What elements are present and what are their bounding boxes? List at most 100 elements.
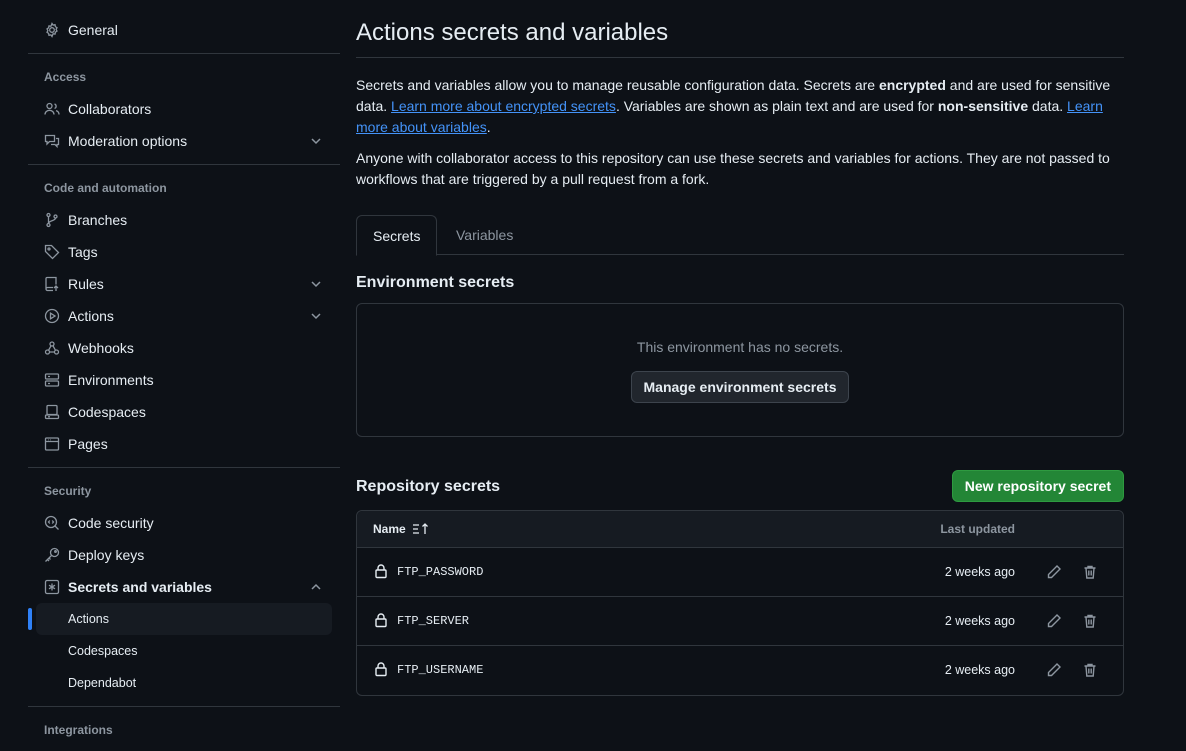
git-branch-icon bbox=[44, 212, 60, 228]
gear-icon bbox=[44, 22, 60, 38]
sidebar-item-label: Rules bbox=[68, 276, 104, 292]
secret-last-updated: 2 weeks ago bbox=[944, 663, 1015, 677]
name-column-header[interactable]: Name bbox=[373, 522, 430, 536]
browser-icon bbox=[44, 436, 60, 452]
secret-last-updated: 2 weeks ago bbox=[944, 614, 1015, 628]
sidebar-item-actions[interactable]: Actions bbox=[28, 300, 340, 332]
last-updated-column-header: Last updated bbox=[940, 522, 1015, 536]
sidebar-item-deploy-keys[interactable]: Deploy keys bbox=[28, 539, 340, 571]
lock-icon bbox=[373, 612, 389, 628]
key-icon bbox=[44, 547, 60, 563]
name-column-label: Name bbox=[373, 522, 406, 536]
sidebar-subitem-actions[interactable]: Actions bbox=[28, 603, 332, 635]
sidebar-subitem-label: Dependabot bbox=[68, 676, 137, 690]
secrets-variables-tabs: Secrets Variables bbox=[356, 215, 1124, 256]
sidebar-item-label: Secrets and variables bbox=[68, 579, 212, 595]
lock-icon bbox=[373, 661, 389, 677]
manage-environment-secrets-button[interactable]: Manage environment secrets bbox=[630, 371, 850, 403]
intro-text: . Variables are shown as plain text and … bbox=[615, 98, 938, 114]
chevron-down-icon[interactable] bbox=[308, 276, 324, 292]
intro-text: . bbox=[486, 119, 491, 135]
sidebar-subitem-codespaces[interactable]: Codespaces bbox=[36, 635, 332, 667]
sidebar-section-integrations: Integrations bbox=[44, 723, 113, 737]
sidebar-subitem-label: Actions bbox=[68, 612, 109, 626]
sidebar-subitem-label: Codespaces bbox=[68, 644, 138, 658]
table-row: FTP_USERNAME 2 weeks ago bbox=[357, 646, 1123, 695]
main-content: Actions secrets and variables Secrets an… bbox=[356, 0, 1124, 696]
sidebar-item-pages[interactable]: Pages bbox=[28, 428, 340, 460]
sidebar-section-access: Access bbox=[44, 70, 87, 84]
sidebar-item-label: General bbox=[68, 22, 118, 38]
sidebar-item-moderation-options[interactable]: Moderation options bbox=[28, 125, 340, 157]
sidebar-item-label: Branches bbox=[68, 212, 128, 228]
secret-name: FTP_PASSWORD bbox=[397, 565, 484, 579]
chevron-down-icon[interactable] bbox=[308, 133, 324, 149]
people-icon bbox=[44, 101, 60, 117]
page-title: Actions secrets and variables bbox=[356, 0, 1124, 58]
sidebar-item-label: Moderation options bbox=[68, 133, 188, 149]
sidebar-item-label: Webhooks bbox=[68, 340, 134, 356]
tag-icon bbox=[44, 244, 60, 260]
pencil-icon[interactable] bbox=[1044, 562, 1064, 582]
chevron-up-icon[interactable] bbox=[308, 579, 324, 595]
chevron-down-icon[interactable] bbox=[308, 308, 324, 324]
play-icon bbox=[44, 308, 60, 324]
sidebar-item-label: Pages bbox=[68, 436, 108, 452]
tab-variables[interactable]: Variables bbox=[440, 215, 529, 255]
sidebar-item-label: Environments bbox=[68, 372, 154, 388]
trash-icon[interactable] bbox=[1080, 660, 1100, 680]
environment-secrets-heading: Environment secrets bbox=[356, 274, 515, 291]
new-repository-secret-button[interactable]: New repository secret bbox=[951, 470, 1124, 502]
lock-icon bbox=[373, 563, 389, 579]
trash-icon[interactable] bbox=[1080, 562, 1100, 582]
sidebar-item-secrets-and-variables[interactable]: Secrets and variables bbox=[28, 571, 340, 603]
pencil-icon[interactable] bbox=[1044, 660, 1064, 680]
sidebar-divider bbox=[28, 467, 340, 468]
sidebar-item-label: Deploy keys bbox=[68, 547, 145, 563]
pencil-icon[interactable] bbox=[1044, 611, 1064, 631]
intro-text: data. bbox=[1028, 98, 1068, 114]
table-header: Name Last updated bbox=[357, 511, 1123, 548]
sidebar-item-tags[interactable]: Tags bbox=[28, 236, 340, 268]
sidebar-item-branches[interactable]: Branches bbox=[28, 204, 340, 236]
sidebar-item-label: Collaborators bbox=[68, 101, 152, 117]
sidebar-item-label: Codespaces bbox=[68, 404, 146, 420]
sidebar-section-code-automation: Code and automation bbox=[44, 181, 167, 195]
sidebar-subitem-dependabot[interactable]: Dependabot bbox=[36, 667, 332, 699]
comment-discussion-icon bbox=[44, 133, 60, 149]
sidebar-item-label: Tags bbox=[68, 244, 98, 260]
repository-secrets-header: Repository secrets New repository secret bbox=[356, 470, 1124, 502]
secret-name: FTP_SERVER bbox=[397, 614, 470, 628]
secret-last-updated: 2 weeks ago bbox=[944, 565, 1015, 579]
sidebar-item-code-security[interactable]: Code security bbox=[28, 507, 340, 539]
webhook-icon bbox=[44, 340, 60, 356]
sidebar-item-webhooks[interactable]: Webhooks bbox=[28, 332, 340, 364]
intro-paragraph: Secrets and variables allow you to manag… bbox=[356, 75, 1124, 138]
repository-secrets-heading: Repository secrets bbox=[356, 478, 501, 495]
intro-emphasis-non-sensitive: non-sensitive bbox=[937, 98, 1029, 114]
learn-more-encrypted-secrets-link[interactable]: Learn more about encrypted secrets bbox=[391, 98, 616, 114]
sidebar-divider bbox=[28, 706, 340, 707]
sidebar-item-codespaces[interactable]: Codespaces bbox=[28, 396, 340, 428]
sidebar-divider bbox=[28, 164, 340, 165]
codespaces-icon bbox=[44, 404, 60, 420]
sidebar-item-label: Code security bbox=[68, 515, 154, 531]
secret-name: FTP_USERNAME bbox=[397, 663, 484, 677]
intro-text: Secrets and variables allow you to manag… bbox=[356, 77, 879, 93]
sidebar-item-label: Actions bbox=[68, 308, 114, 324]
sidebar-item-collaborators[interactable]: Collaborators bbox=[28, 93, 340, 125]
sidebar-section-security: Security bbox=[44, 484, 92, 498]
table-row: FTP_PASSWORD 2 weeks ago bbox=[357, 548, 1123, 597]
environment-empty-message: This environment has no secrets. bbox=[636, 339, 844, 355]
codescan-icon bbox=[44, 515, 60, 531]
trash-icon[interactable] bbox=[1080, 611, 1100, 631]
server-icon bbox=[44, 372, 60, 388]
intro-emphasis-encrypted: encrypted bbox=[878, 77, 946, 93]
sidebar-item-rules[interactable]: Rules bbox=[28, 268, 340, 300]
sidebar-item-environments[interactable]: Environments bbox=[28, 364, 340, 396]
sidebar-item-general[interactable]: General bbox=[28, 14, 340, 46]
tab-secrets[interactable]: Secrets bbox=[356, 215, 438, 256]
settings-sidebar: General Access Collaborators Moderation … bbox=[28, 0, 340, 751]
sidebar-divider bbox=[28, 53, 340, 54]
sort-ascending-icon[interactable] bbox=[412, 522, 430, 536]
